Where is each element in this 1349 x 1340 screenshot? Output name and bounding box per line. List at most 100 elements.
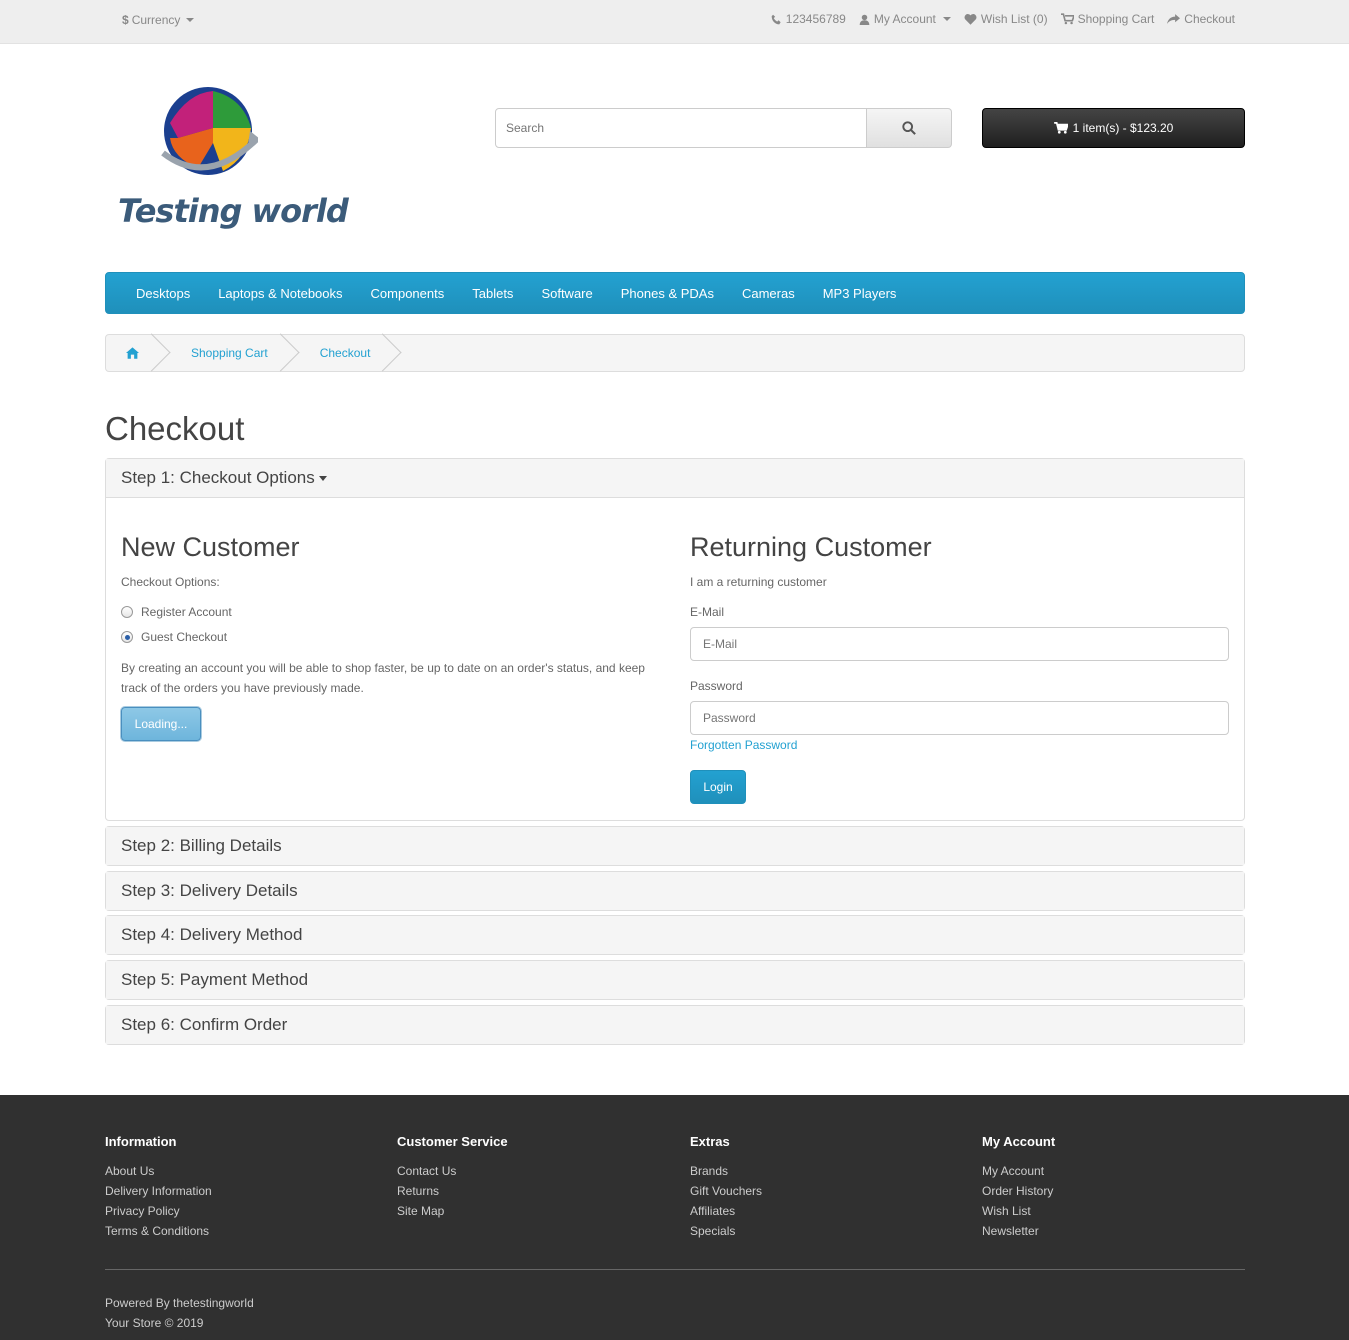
menu-item-tablets[interactable]: Tablets: [458, 286, 527, 301]
email-label: E-Mail: [690, 605, 725, 619]
main-menu: Desktops Laptops & Notebooks Components …: [105, 272, 1245, 314]
chevron-down-icon: [942, 17, 951, 21]
step4-title[interactable]: Step 4: Delivery Method: [106, 916, 1244, 954]
footer-powered: Powered By thetestingworld Your Store © …: [105, 1293, 254, 1333]
logo[interactable]: Testing world: [118, 78, 349, 238]
email-field[interactable]: [690, 627, 1229, 661]
footer-link-privacy-policy[interactable]: Privacy Policy: [105, 1201, 212, 1221]
menu-item-desktops[interactable]: Desktops: [122, 286, 204, 301]
menu-item-components[interactable]: Components: [357, 286, 459, 301]
phone-link[interactable]: 123456789: [771, 12, 846, 26]
dollar-icon: $: [122, 13, 129, 27]
footer-extras: Extras Brands Gift Vouchers Affiliates S…: [690, 1134, 762, 1241]
powered-by-line: Powered By thetestingworld: [105, 1293, 254, 1313]
cart-button[interactable]: 1 item(s) - $123.20: [982, 108, 1245, 148]
breadcrumb: Shopping Cart Checkout: [105, 334, 1245, 372]
checkout-link[interactable]: Checkout: [1167, 12, 1235, 26]
checkout-options-label: Checkout Options:: [121, 575, 220, 589]
search-input[interactable]: [495, 108, 867, 148]
returning-customer-subtext: I am a returning customer: [690, 575, 827, 589]
phone-icon: [771, 14, 781, 24]
footer-link-site-map[interactable]: Site Map: [397, 1201, 508, 1221]
footer-my-account: My Account My Account Order History Wish…: [982, 1134, 1055, 1241]
user-icon: [859, 14, 870, 25]
register-account-option[interactable]: Register Account: [121, 605, 232, 619]
step5-panel[interactable]: Step 5: Payment Method: [105, 960, 1245, 1000]
logo-text: Testing world: [118, 192, 349, 230]
my-account-dropdown[interactable]: My Account: [859, 12, 951, 26]
footer-link-specials[interactable]: Specials: [690, 1221, 762, 1241]
register-account-label: Register Account: [141, 605, 232, 619]
search-bar: [495, 108, 952, 148]
shopping-cart-link[interactable]: Shopping Cart: [1060, 12, 1155, 26]
step3-panel[interactable]: Step 3: Delivery Details: [105, 871, 1245, 911]
my-account-label: My Account: [873, 12, 936, 26]
home-icon: [126, 347, 139, 359]
search-icon: [902, 121, 916, 135]
footer-information: Information About Us Delivery Informatio…: [105, 1134, 212, 1241]
step1-header[interactable]: Step 1: Checkout Options: [106, 459, 1244, 498]
breadcrumb-home[interactable]: [106, 335, 161, 371]
shopping-cart-label: Shopping Cart: [1077, 12, 1155, 26]
forgotten-password-link[interactable]: Forgotten Password: [690, 738, 797, 752]
footer-link-newsletter[interactable]: Newsletter: [982, 1221, 1055, 1241]
cart-summary: 1 item(s) - $123.20: [1072, 121, 1174, 135]
step2-title[interactable]: Step 2: Billing Details: [106, 827, 1244, 865]
footer-link-contact-us[interactable]: Contact Us: [397, 1161, 508, 1181]
powered-by-link[interactable]: thetestingworld: [173, 1296, 254, 1310]
search-button[interactable]: [867, 108, 952, 148]
menu-item-laptops-notebooks[interactable]: Laptops & Notebooks: [204, 286, 356, 301]
step3-title[interactable]: Step 3: Delivery Details: [106, 872, 1244, 910]
top-links: 123456789 My Account Wish List (0) Shopp…: [771, 12, 1235, 26]
menu-item-mp3-players[interactable]: MP3 Players: [809, 286, 911, 301]
footer-link-gift-vouchers[interactable]: Gift Vouchers: [690, 1181, 762, 1201]
account-benefits-text: By creating an account you will be able …: [121, 661, 645, 695]
menu-item-cameras[interactable]: Cameras: [728, 286, 809, 301]
footer-link-terms-conditions[interactable]: Terms & Conditions: [105, 1221, 212, 1241]
currency-dropdown[interactable]: $ Currency: [122, 13, 195, 27]
guest-checkout-option[interactable]: Guest Checkout: [121, 630, 227, 644]
footer-link-returns[interactable]: Returns: [397, 1181, 508, 1201]
footer-link-delivery-information[interactable]: Delivery Information: [105, 1181, 212, 1201]
wish-list-link[interactable]: Wish List (0): [964, 12, 1048, 26]
cart-icon: [1053, 122, 1068, 134]
breadcrumb-checkout[interactable]: Checkout: [290, 335, 393, 371]
footer-link-affiliates[interactable]: Affiliates: [690, 1201, 762, 1221]
footer: Information About Us Delivery Informatio…: [0, 1095, 1349, 1340]
caret-down-icon: [318, 475, 327, 481]
step2-panel[interactable]: Step 2: Billing Details: [105, 826, 1245, 866]
footer-link-wish-list[interactable]: Wish List: [982, 1201, 1055, 1221]
top-bar: $ Currency 123456789 My Account Wish Lis…: [0, 0, 1349, 44]
register-account-radio[interactable]: [121, 606, 133, 618]
header: Testing world 1 item(s) - $123.20: [0, 44, 1349, 272]
step1-panel: Step 1: Checkout Options New Customer Ch…: [105, 458, 1245, 821]
footer-link-about-us[interactable]: About Us: [105, 1161, 212, 1181]
step4-panel[interactable]: Step 4: Delivery Method: [105, 915, 1245, 955]
phone-number: 123456789: [785, 12, 846, 26]
step1-body: New Customer Checkout Options: Register …: [106, 498, 1244, 820]
heart-icon: [964, 14, 977, 25]
breadcrumb-shopping-cart[interactable]: Shopping Cart: [161, 335, 290, 371]
guest-checkout-radio[interactable]: [121, 631, 133, 643]
wish-list-label: Wish List (0): [980, 12, 1048, 26]
footer-information-title: Information: [105, 1134, 177, 1149]
password-field[interactable]: [690, 701, 1229, 735]
step5-title[interactable]: Step 5: Payment Method: [106, 961, 1244, 999]
footer-link-order-history[interactable]: Order History: [982, 1181, 1055, 1201]
step1-title: Step 1: Checkout Options: [121, 468, 315, 487]
step6-panel[interactable]: Step 6: Confirm Order: [105, 1005, 1245, 1045]
returning-customer-heading: Returning Customer: [690, 532, 932, 562]
powered-by-label: Powered By: [105, 1296, 170, 1310]
step6-title[interactable]: Step 6: Confirm Order: [106, 1006, 1244, 1044]
login-button[interactable]: Login: [690, 770, 746, 804]
footer-extras-title: Extras: [690, 1134, 730, 1149]
menu-item-software[interactable]: Software: [527, 286, 606, 301]
share-icon: [1167, 14, 1181, 24]
continue-button[interactable]: Loading...: [121, 707, 201, 741]
footer-link-brands[interactable]: Brands: [690, 1161, 762, 1181]
footer-link-my-account[interactable]: My Account: [982, 1161, 1055, 1181]
copyright: Your Store © 2019: [105, 1316, 204, 1330]
menu-item-phones-pdas[interactable]: Phones & PDAs: [607, 286, 728, 301]
globe-logo-icon: [161, 87, 258, 175]
footer-my-account-title: My Account: [982, 1134, 1056, 1149]
